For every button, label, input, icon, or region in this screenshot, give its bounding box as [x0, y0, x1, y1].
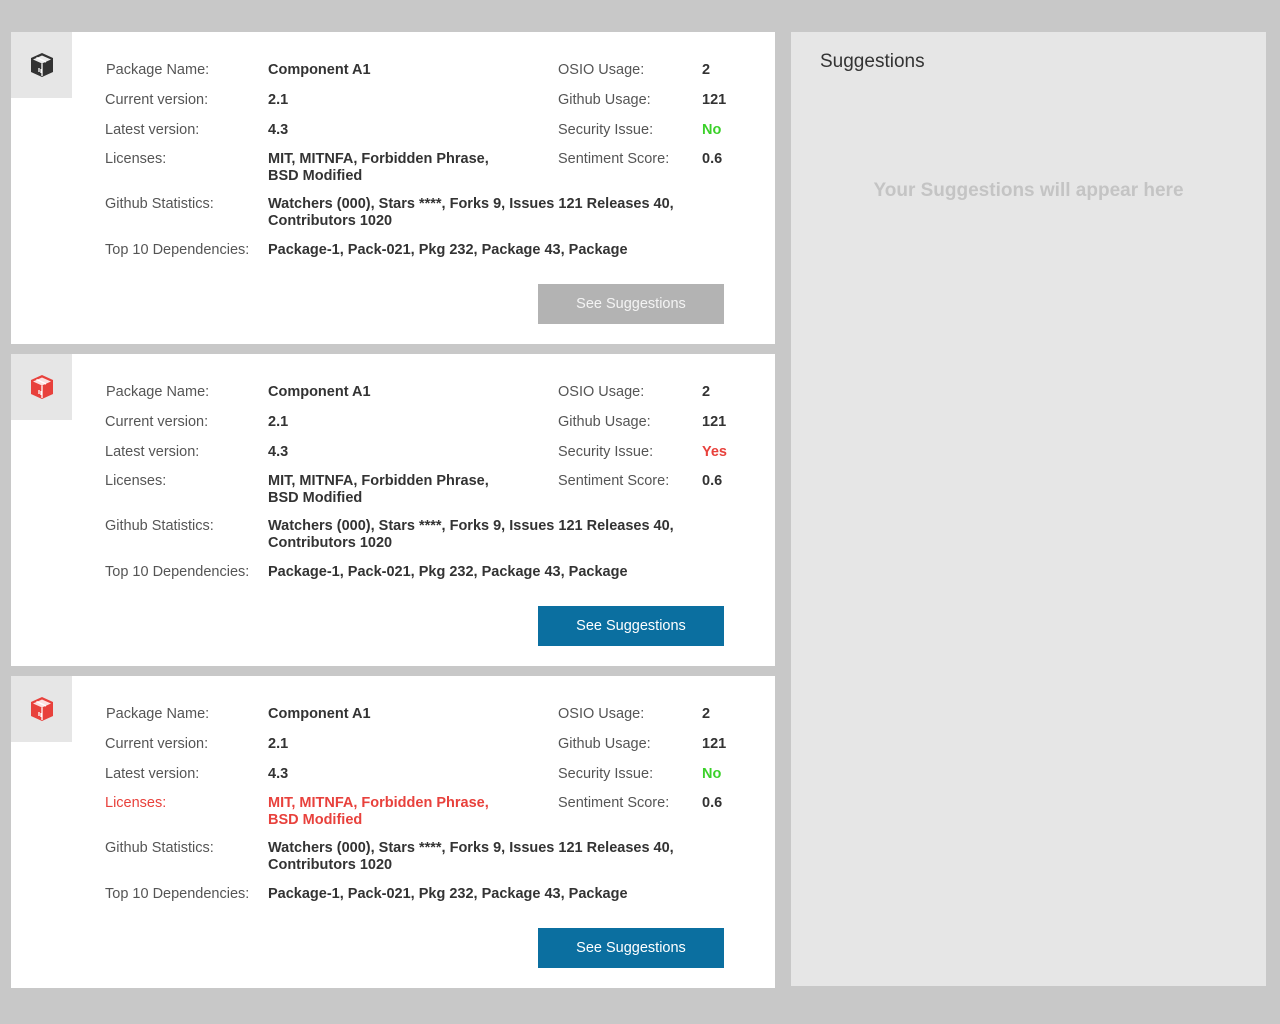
licenses-line: BSD Modified [268, 168, 363, 184]
suggestions-title: Suggestions [820, 51, 925, 72]
sentiment-score-label: Sentiment Score: [558, 795, 670, 811]
licenses-label: Licenses: [105, 473, 167, 489]
package-name-label: Package Name: [106, 384, 210, 400]
latest-version-label: Latest version: [105, 444, 200, 460]
github-statistics-value: Watchers (000), Stars ****, Forks 9, Iss… [268, 196, 674, 230]
top-dependencies-label: Top 10 Dependencies: [105, 564, 250, 580]
see-suggestions-button[interactable]: See Suggestions [538, 606, 724, 646]
latest-version-value: 4.3 [268, 766, 289, 782]
security-issue-label: Security Issue: [558, 444, 654, 460]
osio-usage-value: 2 [702, 62, 711, 78]
sentiment-score-label: Sentiment Score: [558, 473, 670, 489]
package-name-label: Package Name: [106, 706, 210, 722]
package-card: Package Name: Component A1 Current versi… [11, 32, 775, 344]
top-dependencies-value: Package-1, Pack-021, Pkg 232, Package 43… [268, 886, 628, 902]
github-statistics-label: Github Statistics: [105, 840, 214, 856]
security-issue-value: No [702, 766, 722, 782]
osio-usage-value: 2 [702, 384, 711, 400]
github-statistics-line: Contributors 1020 [268, 213, 393, 229]
sentiment-score-value: 0.6 [702, 795, 723, 811]
licenses-line: BSD Modified [268, 490, 363, 506]
see-suggestions-button[interactable]: See Suggestions [538, 284, 724, 324]
github-statistics-label: Github Statistics: [105, 196, 214, 212]
licenses-value: MIT, MITNFA, Forbidden Phrase, BSD Modif… [268, 151, 489, 185]
github-usage-label: Github Usage: [558, 92, 651, 108]
top-dependencies-label: Top 10 Dependencies: [105, 886, 250, 902]
current-version-value: 2.1 [268, 92, 289, 108]
package-icon-box [11, 32, 72, 98]
github-statistics-line: Contributors 1020 [268, 857, 393, 873]
package-box-icon [28, 695, 56, 723]
licenses-label: Licenses: [105, 151, 167, 167]
security-issue-label: Security Issue: [558, 766, 654, 782]
current-version-label: Current version: [105, 736, 209, 752]
github-statistics-label: Github Statistics: [105, 518, 214, 534]
current-version-label: Current version: [105, 414, 209, 430]
current-version-label: Current version: [105, 92, 209, 108]
github-usage-label: Github Usage: [558, 414, 651, 430]
github-statistics-line: Contributors 1020 [268, 535, 393, 551]
sentiment-score-label: Sentiment Score: [558, 151, 670, 167]
suggestions-panel: Suggestions Your Suggestions will appear… [791, 32, 1266, 986]
top-dependencies-value: Package-1, Pack-021, Pkg 232, Package 43… [268, 242, 628, 258]
licenses-label: Licenses: [105, 795, 167, 811]
suggestions-empty-message: Your Suggestions will appear here [873, 180, 1184, 201]
package-box-icon [28, 51, 56, 79]
github-statistics-line: Watchers (000), Stars ****, Forks 9, Iss… [268, 196, 674, 212]
github-usage-value: 121 [702, 414, 727, 430]
package-icon-box [11, 354, 72, 420]
latest-version-value: 4.3 [268, 444, 289, 460]
sentiment-score-value: 0.6 [702, 151, 723, 167]
security-issue-label: Security Issue: [558, 122, 654, 138]
package-card: Package Name: Component A1 Current versi… [11, 676, 775, 988]
latest-version-label: Latest version: [105, 122, 200, 138]
osio-usage-value: 2 [702, 706, 711, 722]
top-dependencies-label: Top 10 Dependencies: [105, 242, 250, 258]
package-card: Package Name: Component A1 Current versi… [11, 354, 775, 666]
package-box-icon [28, 373, 56, 401]
package-icon-box [11, 676, 72, 742]
licenses-value: MIT, MITNFA, Forbidden Phrase, BSD Modif… [268, 473, 489, 507]
sentiment-score-value: 0.6 [702, 473, 723, 489]
github-usage-value: 121 [702, 92, 727, 108]
package-name-value: Component A1 [268, 384, 371, 400]
github-statistics-value: Watchers (000), Stars ****, Forks 9, Iss… [268, 518, 674, 552]
licenses-value: MIT, MITNFA, Forbidden Phrase, BSD Modif… [268, 795, 489, 829]
github-usage-label: Github Usage: [558, 736, 651, 752]
github-statistics-value: Watchers (000), Stars ****, Forks 9, Iss… [268, 840, 674, 874]
github-usage-value: 121 [702, 736, 727, 752]
osio-usage-label: OSIO Usage: [558, 384, 645, 400]
latest-version-label: Latest version: [105, 766, 200, 782]
licenses-line: MIT, MITNFA, Forbidden Phrase, [268, 151, 489, 167]
github-statistics-line: Watchers (000), Stars ****, Forks 9, Iss… [268, 518, 674, 534]
latest-version-value: 4.3 [268, 122, 289, 138]
osio-usage-label: OSIO Usage: [558, 62, 645, 78]
security-issue-value: Yes [702, 444, 727, 460]
top-dependencies-value: Package-1, Pack-021, Pkg 232, Package 43… [268, 564, 628, 580]
current-version-value: 2.1 [268, 736, 289, 752]
package-name-value: Component A1 [268, 62, 371, 78]
see-suggestions-button[interactable]: See Suggestions [538, 928, 724, 968]
package-name-value: Component A1 [268, 706, 371, 722]
package-name-label: Package Name: [106, 62, 210, 78]
security-issue-value: No [702, 122, 722, 138]
github-statistics-line: Watchers (000), Stars ****, Forks 9, Iss… [268, 840, 674, 856]
osio-usage-label: OSIO Usage: [558, 706, 645, 722]
licenses-line: BSD Modified [268, 812, 363, 828]
package-card-list: Package Name: Component A1 Current versi… [11, 32, 775, 998]
licenses-line: MIT, MITNFA, Forbidden Phrase, [268, 473, 489, 489]
licenses-line: MIT, MITNFA, Forbidden Phrase, [268, 795, 489, 811]
current-version-value: 2.1 [268, 414, 289, 430]
